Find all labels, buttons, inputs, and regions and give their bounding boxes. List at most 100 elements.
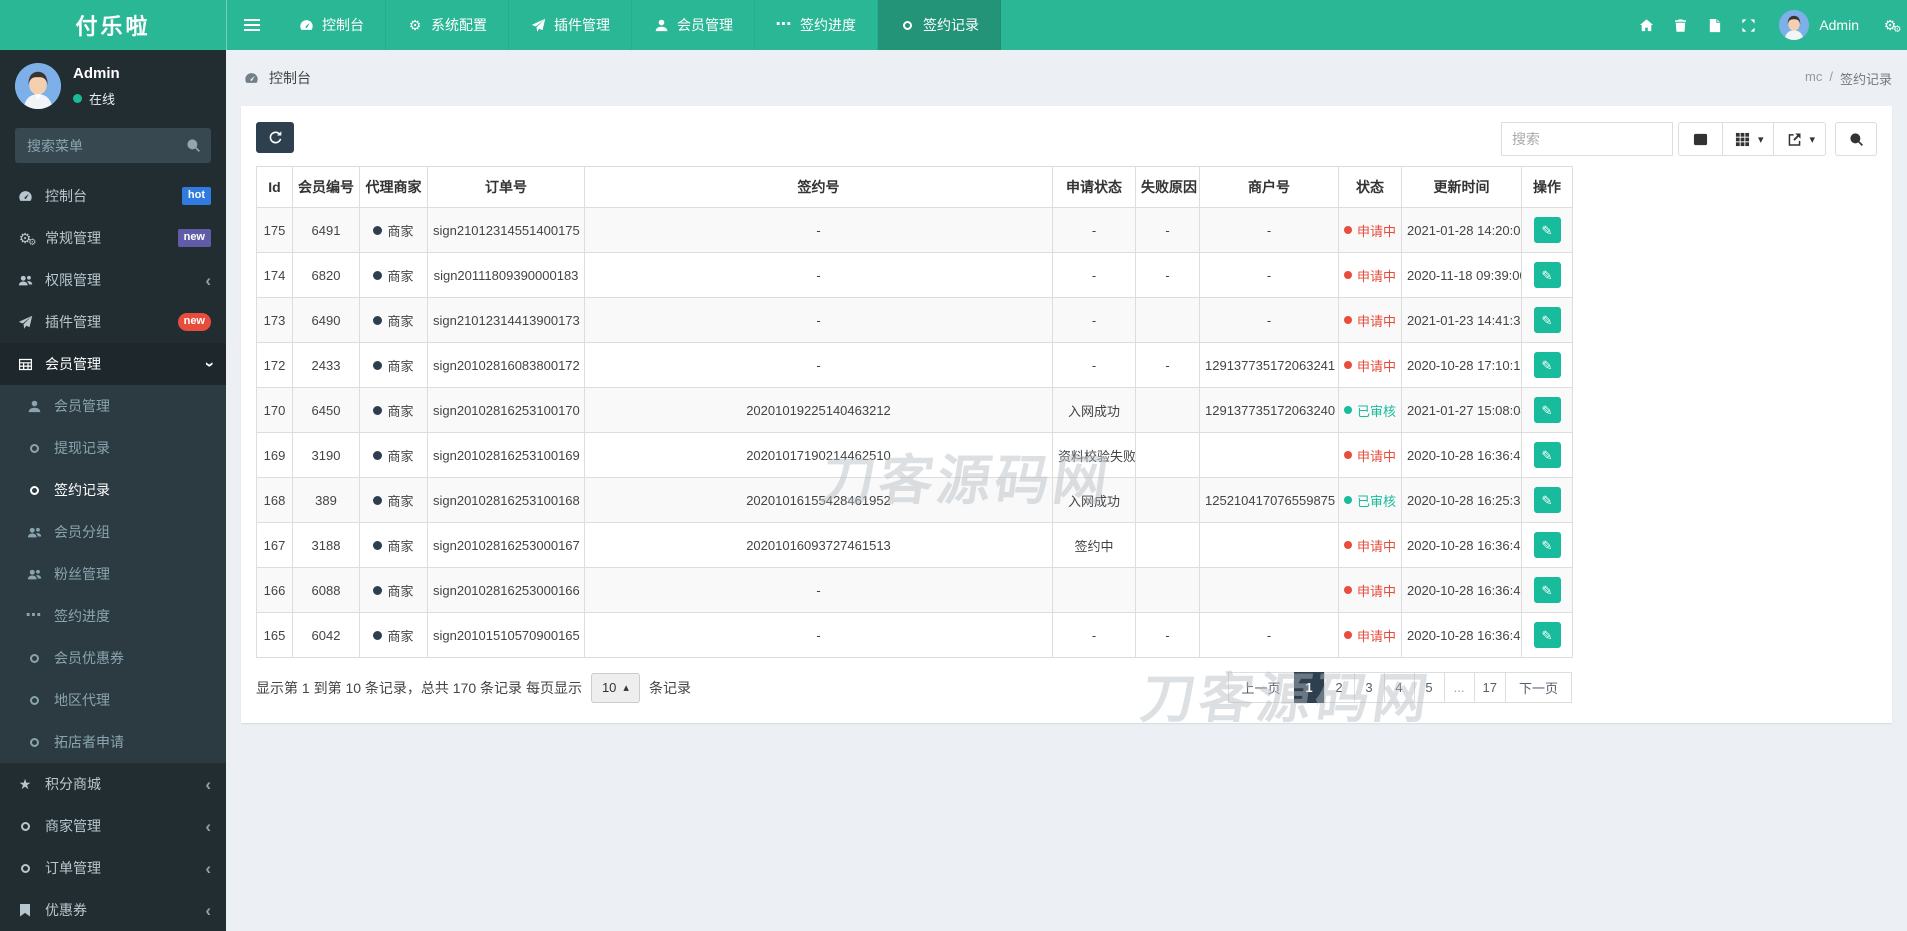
user-avatar: [15, 63, 61, 109]
cell-sign: 20201017190214462510: [584, 432, 1053, 478]
column-header[interactable]: 代理商家: [359, 166, 428, 208]
edit-button[interactable]: ✎: [1533, 352, 1561, 378]
sidebar-item-商家管理[interactable]: 商家管理 ‹: [0, 805, 226, 847]
cell-actions: ✎: [1521, 522, 1573, 568]
grid-icon: [1733, 132, 1753, 147]
export-view-button[interactable]: ▾: [1773, 122, 1826, 156]
trash-button[interactable]: [1663, 0, 1697, 50]
cell-status: 已审核: [1338, 387, 1402, 433]
chevron-left-icon: ‹: [205, 774, 211, 794]
send-icon: [530, 18, 546, 33]
sidebar-subitem-会员分组[interactable]: 会员分组: [0, 511, 226, 553]
expand-button[interactable]: [1731, 0, 1765, 50]
sidebar-submenu: 会员管理 提现记录 签约记录 会员分组 粉丝管理 ⋯ 签约进度 会员优惠券 地区代…: [0, 385, 226, 763]
next-page-button[interactable]: 下一页: [1504, 672, 1572, 703]
table-search-input[interactable]: [1500, 122, 1673, 156]
column-header[interactable]: 更新时间: [1401, 166, 1522, 208]
edit-button[interactable]: ✎: [1533, 397, 1561, 423]
sidebar-subitem-地区代理[interactable]: 地区代理: [0, 679, 226, 721]
record-card: ▾▾ Id会员编号代理商家订单号签约号申请状态失败原因商户号状态更新时间操作 1…: [241, 106, 1892, 723]
sidebar-subitem-提现记录[interactable]: 提现记录: [0, 427, 226, 469]
cell-status: 申请中: [1338, 567, 1402, 613]
status-dot-icon: [1344, 496, 1352, 504]
cell-id: 172: [256, 342, 293, 388]
sidebar-item-订单管理[interactable]: 订单管理 ‹: [0, 847, 226, 889]
home-button[interactable]: [1629, 0, 1663, 50]
cell-order: sign21012314551400175: [427, 207, 585, 253]
sidebar-item-插件管理[interactable]: 插件管理 new: [0, 301, 226, 343]
user-avatar-small: [1779, 10, 1810, 40]
sidebar-item-会员管理[interactable]: 会员管理 ‹: [0, 343, 226, 385]
status-badge: 申请中: [1344, 311, 1396, 330]
status-dot-icon: [1344, 406, 1352, 414]
topnav-tab-插件管理[interactable]: 插件管理: [509, 0, 632, 50]
sidebar-search-input[interactable]: [15, 128, 175, 163]
table-row: 173 6490 商家 sign21012314413900173 - - - …: [256, 297, 1573, 343]
sidebar-group: 插件管理 new: [0, 301, 226, 343]
topnav-tab-会员管理[interactable]: 会员管理: [632, 0, 755, 50]
sidebar-subitem-签约进度[interactable]: ⋯ 签约进度: [0, 595, 226, 637]
badge-new: new: [177, 313, 211, 331]
chevron-left-icon: ‹: [205, 900, 211, 920]
prev-page-button[interactable]: 上一页: [1227, 672, 1295, 703]
page-size-select[interactable]: 10 ▴: [590, 672, 640, 703]
sidebar-item-积分商城[interactable]: ★ 积分商城 ‹: [0, 763, 226, 805]
sidebar-subitem-会员管理[interactable]: 会员管理: [0, 385, 226, 427]
page-button-4[interactable]: 4: [1383, 672, 1415, 703]
list-view-button[interactable]: [1677, 122, 1723, 156]
sidebar-search-button[interactable]: [175, 128, 211, 163]
settings-button[interactable]: ⚙ ⚙: [1873, 0, 1907, 50]
cell-agent: 商家: [359, 297, 428, 343]
column-header[interactable]: Id: [256, 166, 293, 208]
edit-button[interactable]: ✎: [1533, 217, 1561, 243]
page-button-1[interactable]: 1: [1293, 672, 1325, 703]
column-header[interactable]: 失败原因: [1135, 166, 1200, 208]
sidebar-toggle-button[interactable]: [227, 0, 277, 50]
breadcrumb-parent[interactable]: mc: [1805, 69, 1822, 88]
column-header[interactable]: 操作: [1521, 166, 1573, 208]
edit-button[interactable]: ✎: [1533, 487, 1561, 513]
page-button-3[interactable]: 3: [1353, 672, 1385, 703]
sidebar-subitem-拓店者申请[interactable]: 拓店者申请: [0, 721, 226, 763]
topnav-tab-签约进度[interactable]: ⋯ 签约进度: [755, 0, 878, 50]
sidebar-subitem-会员优惠券[interactable]: 会员优惠券: [0, 637, 226, 679]
sidebar-group: 商家管理 ‹: [0, 805, 226, 847]
breadcrumb-root[interactable]: 控制台: [269, 68, 311, 88]
topnav-tab-签约记录[interactable]: 签约记录: [878, 0, 1001, 50]
topnav-tab-系统配置[interactable]: ⚙ 系统配置: [386, 0, 509, 50]
column-header[interactable]: 订单号: [427, 166, 585, 208]
sidebar-item-常规管理[interactable]: ⚙ ⚙ 常规管理 new: [0, 217, 226, 259]
edit-button[interactable]: ✎: [1533, 577, 1561, 603]
status-badge: 已审核: [1344, 401, 1396, 420]
page-button-5[interactable]: 5: [1413, 672, 1445, 703]
column-header[interactable]: 状态: [1338, 166, 1402, 208]
status-dot-icon: [1344, 541, 1352, 549]
sidebar-item-权限管理[interactable]: 权限管理 ‹: [0, 259, 226, 301]
column-header[interactable]: 申请状态: [1052, 166, 1136, 208]
circle-icon: [24, 443, 44, 453]
edit-button[interactable]: ✎: [1533, 307, 1561, 333]
sidebar-item-控制台[interactable]: 控制台 hot: [0, 175, 226, 217]
search-icon: [1846, 132, 1866, 147]
column-header[interactable]: 签约号: [584, 166, 1053, 208]
ellipsis-icon: ⋯: [775, 16, 793, 33]
edit-button[interactable]: ✎: [1533, 622, 1561, 648]
sidebar-subitem-签约记录[interactable]: 签约记录: [0, 469, 226, 511]
topnav-tab-控制台[interactable]: 控制台: [277, 0, 386, 50]
edit-button[interactable]: ✎: [1533, 442, 1561, 468]
column-header[interactable]: 会员编号: [292, 166, 360, 208]
edit-button[interactable]: ✎: [1533, 262, 1561, 288]
sidebar-subitem-粉丝管理[interactable]: 粉丝管理: [0, 553, 226, 595]
page-button-17[interactable]: 17: [1473, 672, 1506, 703]
page-button-2[interactable]: 2: [1323, 672, 1355, 703]
search-button[interactable]: [1835, 122, 1877, 156]
agent-dot-icon: [373, 630, 383, 640]
sidebar-item-优惠券[interactable]: 优惠券 ‹: [0, 889, 226, 931]
refresh-button[interactable]: [256, 122, 294, 153]
grid-view-button[interactable]: ▾: [1721, 122, 1775, 156]
edit-button[interactable]: ✎: [1533, 532, 1561, 558]
file-button[interactable]: [1697, 0, 1731, 50]
column-header[interactable]: 商户号: [1199, 166, 1339, 208]
cell-sign: -: [584, 297, 1053, 343]
user-menu[interactable]: Admin: [1765, 10, 1873, 40]
